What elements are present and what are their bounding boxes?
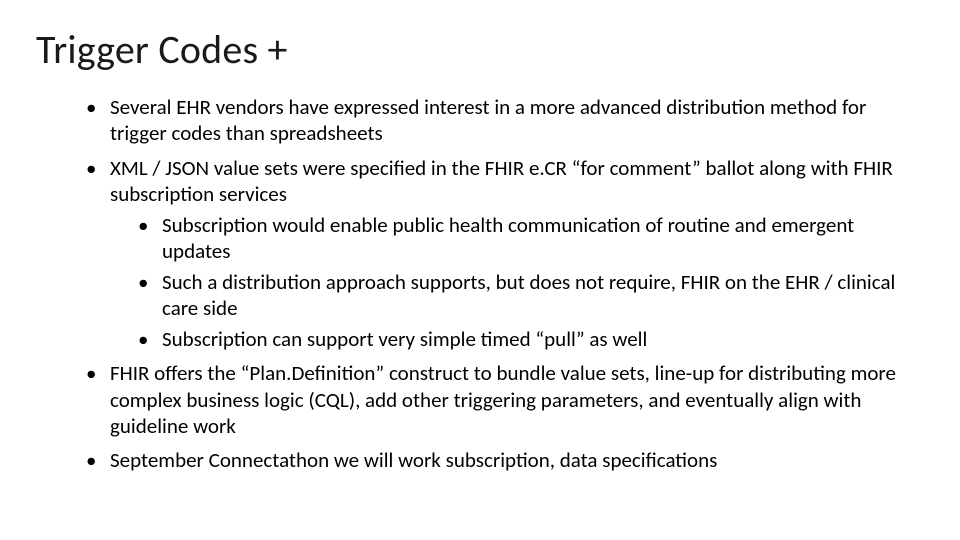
bullet-text: Such a distribution approach supports, b… [162, 269, 895, 321]
bullet-text: September Connectathon we will work subs… [110, 447, 717, 473]
slide-title: Trigger Codes + [36, 28, 920, 72]
slide: Trigger Codes + Several EHR vendors have… [0, 0, 960, 540]
list-item: Several EHR vendors have expressed inter… [86, 94, 910, 147]
bullet-text: Subscription would enable public health … [162, 212, 854, 264]
list-item: FHIR offers the “Plan.Definition” constr… [86, 360, 910, 439]
list-item: Subscription would enable public health … [138, 212, 910, 265]
list-item: Subscription can support very simple tim… [138, 326, 910, 352]
list-item: XML / JSON value sets were specified in … [86, 155, 910, 352]
bullet-text: XML / JSON value sets were specified in … [110, 155, 893, 207]
bullet-text: FHIR offers the “Plan.Definition” constr… [110, 360, 896, 439]
bullet-text: Several EHR vendors have expressed inter… [110, 94, 866, 146]
bullet-text: Subscription can support very simple tim… [162, 326, 647, 352]
list-item: September Connectathon we will work subs… [86, 447, 910, 473]
bullet-list: Several EHR vendors have expressed inter… [36, 94, 920, 474]
sub-bullet-list: Subscription would enable public health … [110, 212, 910, 352]
list-item: Such a distribution approach supports, b… [138, 269, 910, 322]
